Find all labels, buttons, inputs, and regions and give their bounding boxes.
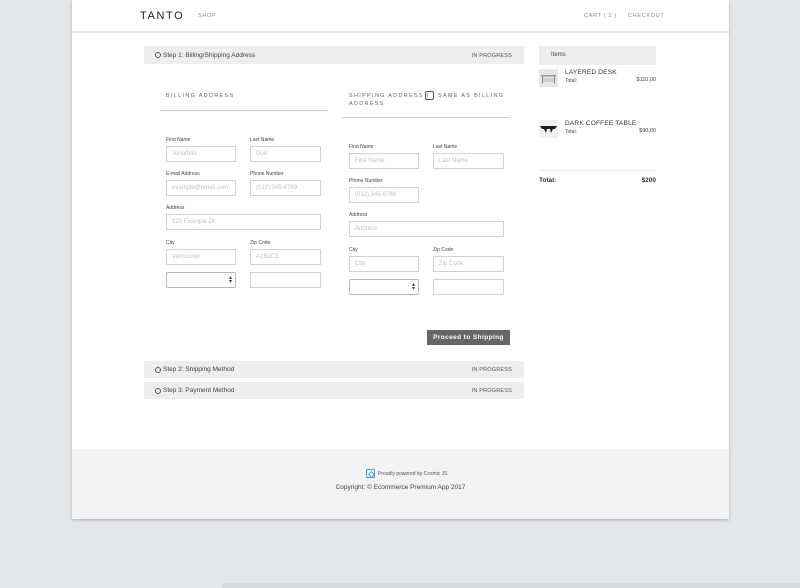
divider — [539, 170, 656, 171]
first-name-label: First Name — [166, 137, 191, 143]
zip-label: Zip Code — [250, 240, 271, 246]
zip-label: Zip Code — [433, 247, 454, 253]
item-total-label: Total: — [565, 78, 577, 84]
step-title: Step 2: Shipping Method — [163, 366, 235, 373]
last-name-label: Last Name — [433, 144, 458, 150]
step-status: IN PROGRESS — [471, 52, 512, 59]
shipping-section-title: SHIPPING ADDRESS | — [349, 93, 430, 99]
shipping-city-input[interactable]: City — [349, 256, 419, 272]
total-label: Total: — [539, 177, 557, 184]
billing-region-input[interactable] — [250, 272, 321, 288]
item-thumbnail-desk[interactable] — [539, 69, 558, 87]
desk-icon — [539, 69, 558, 87]
billing-phone-input[interactable]: (012) 345-6789 — [250, 180, 321, 196]
step-title: Step 3: Payment Method — [163, 387, 235, 394]
step-status: IN PROGRESS — [471, 366, 512, 373]
billing-email-input[interactable]: example@email.com — [166, 180, 236, 196]
same-as-billing-label: SAME AS BILLING — [438, 93, 505, 99]
shipping-country-select[interactable]: ▴ ▾ — [349, 279, 419, 295]
select-arrows-icon: ▴ ▾ — [228, 275, 232, 285]
step-circle-icon — [155, 366, 161, 373]
divider — [160, 110, 328, 111]
nav-link-cart[interactable]: CART ( 2 ) — [584, 13, 617, 19]
total-value: $200 — [641, 177, 656, 184]
phone-label: Phone Number — [250, 171, 284, 177]
step-2-header[interactable]: Step 2: Shipping Method IN PROGRESS — [144, 361, 524, 378]
divider — [342, 117, 510, 118]
brand-logo[interactable]: TANTO — [140, 10, 184, 22]
step-3-header[interactable]: Step 3: Payment Method IN PROGRESS — [144, 382, 524, 399]
nav-link-shop[interactable]: SHOP — [198, 13, 216, 19]
cosmic-js-icon[interactable] — [366, 469, 375, 478]
billing-city-input[interactable]: Vancouver — [166, 249, 236, 265]
page-container: TANTO SHOP CART ( 2 ) CHECKOUT Step 1: B… — [72, 0, 729, 519]
step-1-header[interactable]: Step 1: Billing/Shipping Address IN PROG… — [144, 46, 524, 64]
step-circle-icon — [155, 52, 161, 58]
item-name: LAYERED DESK — [565, 69, 617, 76]
city-label: City — [349, 247, 358, 253]
shipping-phone-input[interactable]: (012) 345-6789 — [349, 187, 419, 203]
select-arrows-icon: ▴ ▾ — [411, 282, 415, 292]
nav-link-checkout[interactable]: CHECKOUT — [628, 13, 664, 19]
address-label: Address — [349, 212, 368, 218]
same-as-billing-checkbox[interactable] — [425, 91, 434, 100]
background-strip — [222, 583, 800, 588]
last-name-label: Last Name — [250, 137, 275, 143]
proceed-to-shipping-button[interactable]: Proceed to Shipping — [427, 330, 510, 345]
item-thumbnail-coffee-table[interactable] — [539, 120, 558, 138]
copyright-text: Copyright: © Ecommerce Premium App 2017 — [335, 484, 466, 491]
shipping-region-input[interactable] — [433, 279, 504, 295]
first-name-label: First Name — [349, 144, 374, 150]
item-name: DARK COFFEE TABLE — [565, 120, 637, 127]
shipping-last-name-input[interactable]: Last Name — [433, 153, 504, 169]
step-status: IN PROGRESS — [471, 387, 512, 394]
billing-address-input[interactable]: 123 Example Dr — [166, 214, 321, 230]
table-icon — [539, 120, 558, 138]
step-circle-icon — [155, 387, 161, 394]
item-price: $90,00 — [639, 128, 656, 134]
email-label: E-mail Address — [166, 171, 200, 177]
shipping-address-input[interactable]: Address — [349, 221, 504, 237]
items-heading: Items — [539, 46, 656, 65]
billing-last-name-input[interactable]: Doe — [250, 146, 321, 162]
city-label: City — [166, 240, 175, 246]
step-title: Step 1: Billing/Shipping Address — [163, 52, 256, 59]
item-price: $110,00 — [636, 77, 656, 83]
powered-by-link[interactable]: Proudly powered by Cosmic JS — [378, 471, 447, 477]
footer: Proudly powered by Cosmic JS Copyright: … — [72, 449, 729, 519]
shipping-zip-input[interactable]: Zip Code — [433, 256, 504, 272]
top-navbar: TANTO SHOP CART ( 2 ) CHECKOUT — [72, 0, 729, 33]
item-total-label: Total: — [565, 129, 577, 135]
billing-country-select[interactable]: ▴ ▾ — [166, 272, 236, 288]
billing-section-title: BILLING ADDRESS — [166, 93, 235, 99]
phone-label: Phone Number — [349, 178, 383, 184]
billing-zip-input[interactable]: A1B2C3 — [250, 249, 321, 265]
billing-first-name-input[interactable]: Jonathan — [166, 146, 236, 162]
address-label: Address — [166, 205, 185, 211]
shipping-section-title-cont: ADDRESS — [349, 101, 385, 107]
shipping-first-name-input[interactable]: First Name — [349, 153, 419, 169]
